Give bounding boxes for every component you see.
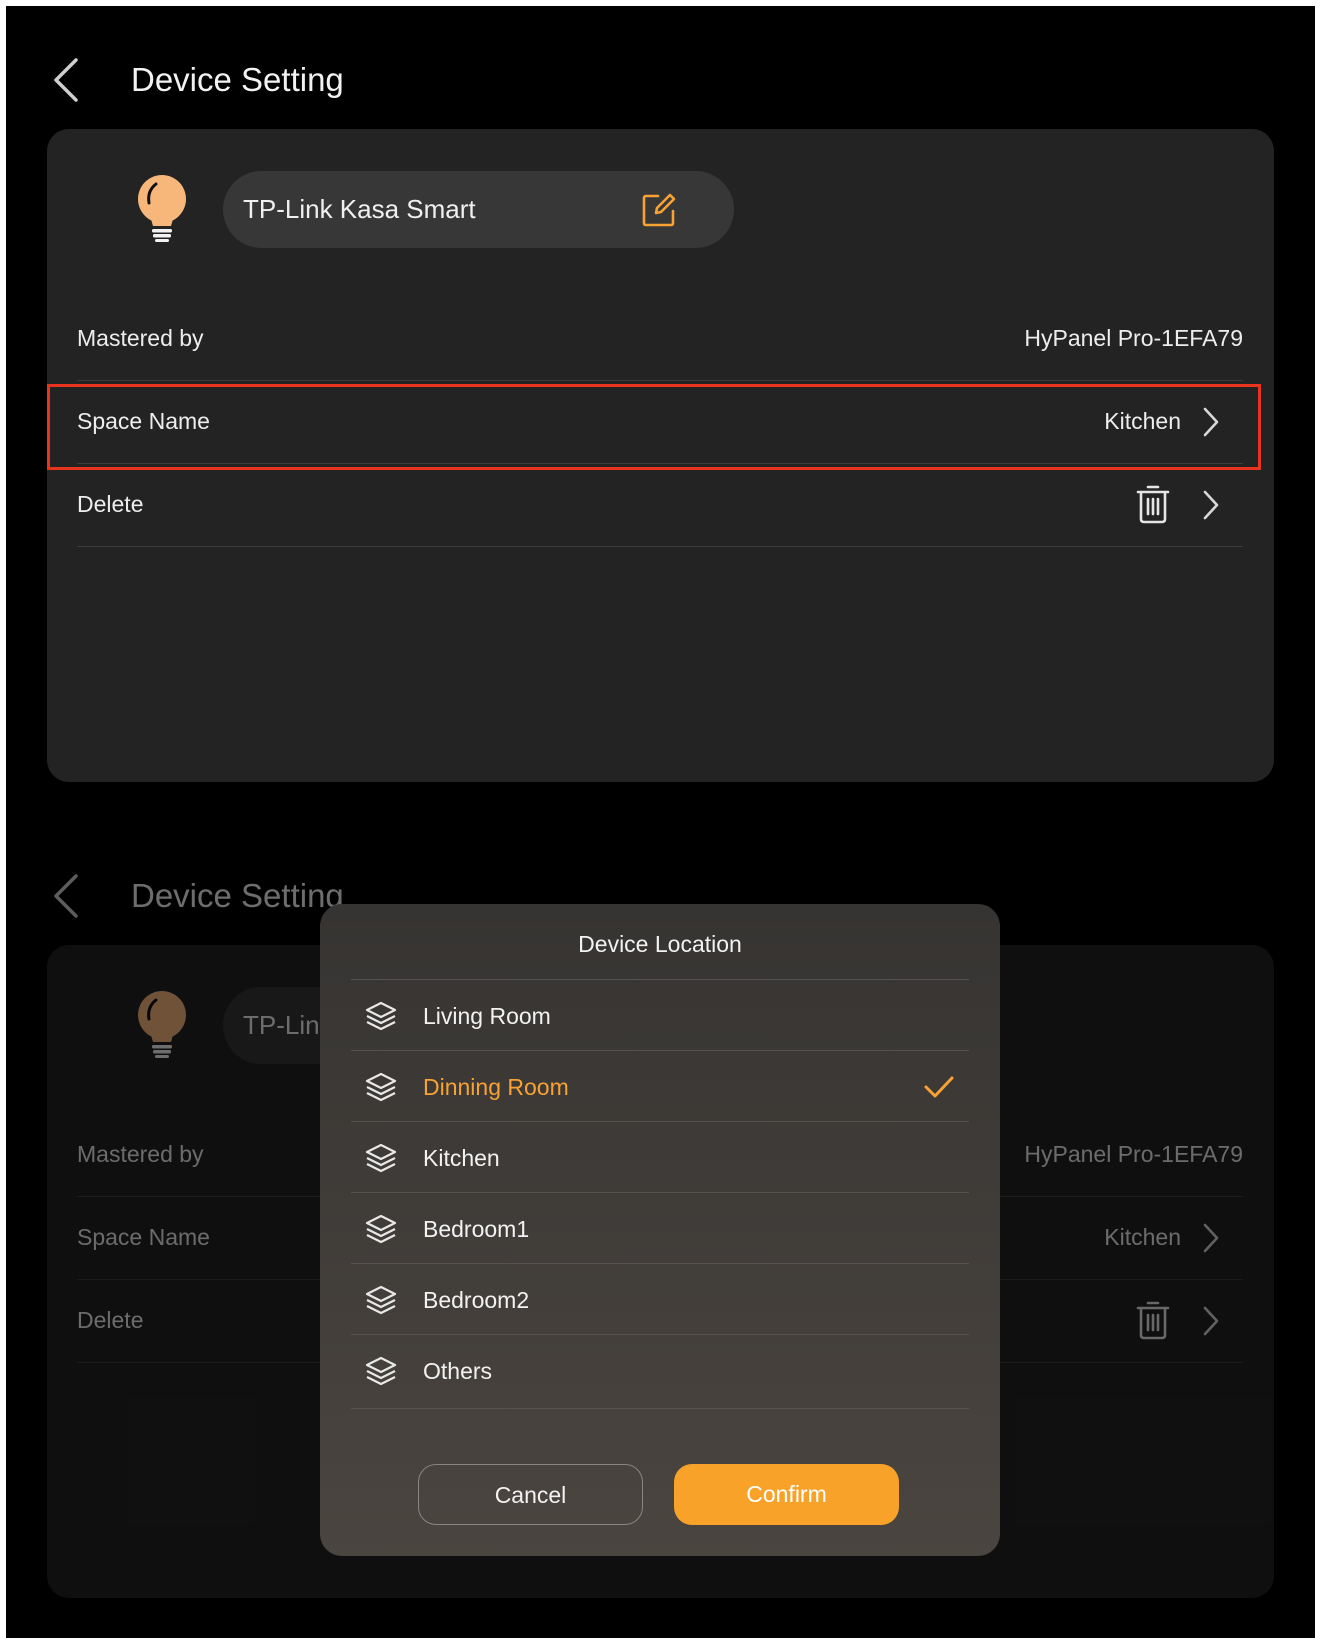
device-location-screen: Device Setting TP-Link Kasa Smart Ma (6, 822, 1315, 1638)
light-bulb-icon (134, 173, 190, 243)
device-setting-screen: Device Setting TP-Link Kasa Smart Master… (6, 6, 1315, 822)
mastered-by-value: HyPanel Pro-1EFA79 (1024, 325, 1243, 351)
device-name-field[interactable]: TP-Link Kasa Smart (223, 171, 734, 248)
layers-icon (364, 1355, 398, 1387)
chevron-right-icon (1201, 406, 1221, 438)
cancel-button[interactable]: Cancel (418, 1464, 643, 1525)
device-location-dialog: Device Location Living Room Dinning Room… (320, 904, 1000, 1556)
location-option-kitchen[interactable]: Kitchen (351, 1121, 969, 1195)
layers-icon (364, 1000, 398, 1032)
trash-icon[interactable] (1136, 484, 1170, 524)
option-label: Bedroom2 (423, 1287, 530, 1313)
dialog-title: Device Location (578, 931, 742, 957)
chevron-left-icon (54, 58, 78, 102)
mastered-by-label: Mastered by (77, 325, 204, 351)
location-option-living-room[interactable]: Living Room (351, 979, 969, 1053)
option-label: Others (423, 1358, 493, 1384)
location-option-bedroom1[interactable]: Bedroom1 (351, 1192, 969, 1266)
location-option-others[interactable]: Others (351, 1334, 969, 1409)
page-title: Device Setting (131, 61, 344, 98)
checkmark-icon (923, 1073, 955, 1101)
mastered-by-row: Mastered by HyPanel Pro-1EFA79 (77, 297, 1243, 381)
space-name-label: Space Name (77, 408, 210, 434)
option-label: Living Room (423, 1003, 551, 1029)
option-label: Bedroom1 (423, 1216, 530, 1242)
device-settings-card: TP-Link Kasa Smart Mastered by HyPanel P… (47, 129, 1274, 782)
confirm-button[interactable]: Confirm (674, 1464, 899, 1525)
option-label: Kitchen (423, 1145, 500, 1171)
chevron-right-icon (1201, 489, 1221, 521)
back-button[interactable] (46, 54, 86, 106)
space-name-value: Kitchen (1104, 408, 1181, 434)
layers-icon (364, 1213, 398, 1245)
option-label: Dinning Room (423, 1074, 569, 1100)
layers-icon (364, 1142, 398, 1174)
edit-icon[interactable] (641, 192, 677, 228)
delete-label: Delete (77, 491, 144, 517)
space-name-row[interactable]: Space Name Kitchen (77, 380, 1243, 464)
layers-icon (364, 1071, 398, 1103)
layers-icon (364, 1284, 398, 1316)
location-option-dinning-room[interactable]: Dinning Room (351, 1050, 969, 1124)
device-name-text: TP-Link Kasa Smart (243, 194, 476, 224)
location-option-bedroom2[interactable]: Bedroom2 (351, 1263, 969, 1337)
delete-row[interactable]: Delete (77, 463, 1243, 547)
